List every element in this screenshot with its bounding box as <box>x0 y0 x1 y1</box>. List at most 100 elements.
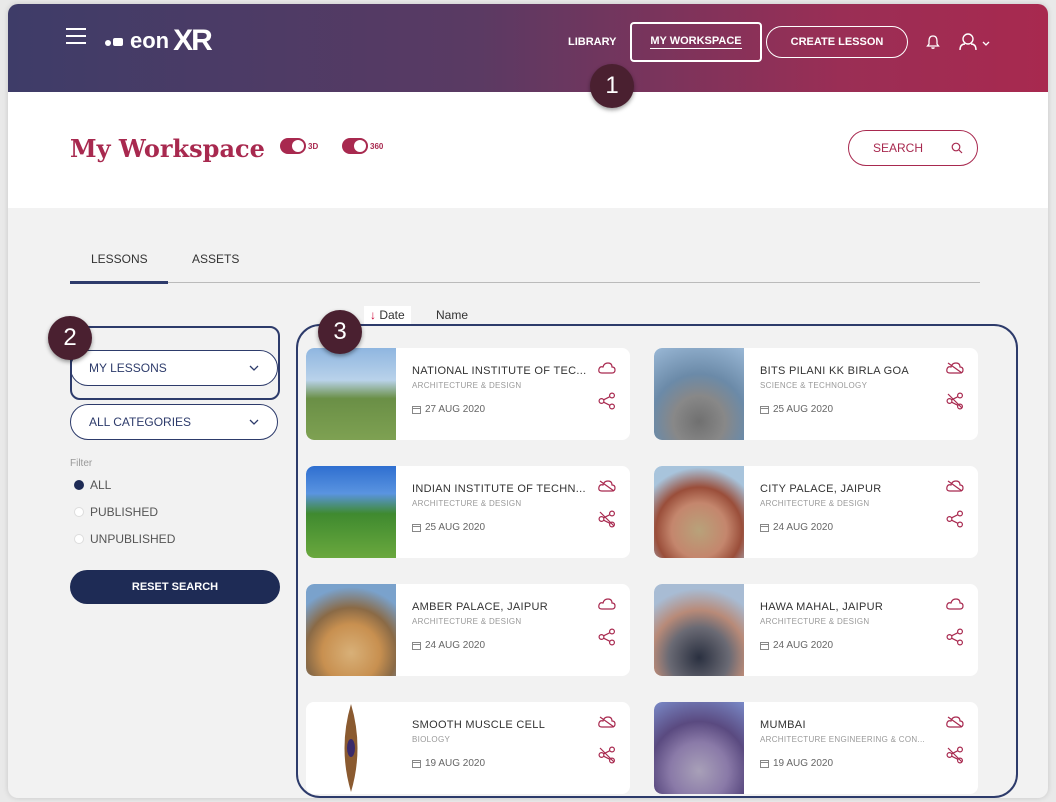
lesson-date: 24 AUG 2020 <box>412 640 485 651</box>
search-placeholder: SEARCH <box>873 141 924 155</box>
lesson-card[interactable]: BITS PILANI KK BIRLA GOA SCIENCE & TECHN… <box>654 348 978 440</box>
lesson-card[interactable]: NATIONAL INSTITUTE OF TEC... ARCHITECTUR… <box>306 348 630 440</box>
lesson-date-text: 25 AUG 2020 <box>773 404 834 415</box>
lesson-card[interactable]: INDIAN INSTITUTE OF TECHN... ARCHITECTUR… <box>306 466 630 558</box>
cloud-unpublished-icon[interactable] <box>598 480 616 492</box>
filter-radio-all-label: ALL <box>90 478 112 492</box>
lesson-date: 19 AUG 2020 <box>412 758 485 769</box>
lesson-title[interactable]: MUMBAI <box>760 719 806 731</box>
lesson-title[interactable]: HAWA MAHAL, JAIPUR <box>760 601 883 613</box>
cloud-published-icon[interactable] <box>598 598 616 610</box>
lesson-title[interactable]: INDIAN INSTITUTE OF TECHN... <box>412 483 586 495</box>
search-input[interactable]: SEARCH <box>848 130 978 166</box>
calendar-icon <box>760 523 769 532</box>
reset-search-button[interactable]: RESET SEARCH <box>70 570 280 604</box>
lesson-thumbnail[interactable] <box>654 584 744 676</box>
hamburger-menu-icon[interactable] <box>66 28 86 44</box>
radio-button[interactable] <box>74 507 84 517</box>
lesson-date: 25 AUG 2020 <box>760 404 833 415</box>
lesson-card[interactable]: AMBER PALACE, JAIPUR ARCHITECTURE & DESI… <box>306 584 630 676</box>
lesson-date-text: 27 AUG 2020 <box>425 404 486 415</box>
calendar-icon <box>760 759 769 768</box>
filter-radio-unpublished[interactable]: UNPUBLISHED <box>74 532 175 546</box>
lesson-thumbnail[interactable] <box>306 348 396 440</box>
lesson-category: BIOLOGY <box>412 735 451 744</box>
all-categories-dropdown-label: ALL CATEGORIES <box>89 415 192 429</box>
lesson-title[interactable]: NATIONAL INSTITUTE OF TEC... <box>412 365 586 377</box>
bell-icon[interactable] <box>926 34 940 50</box>
lesson-thumbnail[interactable] <box>654 466 744 558</box>
radio-button-selected[interactable] <box>74 480 84 490</box>
user-profile-icon[interactable] <box>958 32 994 52</box>
share-icon[interactable] <box>946 628 964 646</box>
share-disabled-icon[interactable] <box>946 392 964 410</box>
lesson-title[interactable]: SMOOTH MUSCLE CELL <box>412 719 545 731</box>
toggle-3d[interactable]: 3D <box>280 138 318 154</box>
lesson-title[interactable]: AMBER PALACE, JAIPUR <box>412 601 548 613</box>
filter-radio-all[interactable]: ALL <box>74 478 111 492</box>
lesson-thumbnail[interactable] <box>306 584 396 676</box>
share-disabled-icon[interactable] <box>598 510 616 528</box>
toggle-360[interactable]: 360 <box>342 138 383 154</box>
create-lesson-button[interactable]: CREATE LESSON <box>766 26 908 58</box>
eonxr-logo[interactable]: eon XR <box>104 24 213 58</box>
cloud-unpublished-icon[interactable] <box>946 362 964 374</box>
nav-library-link[interactable]: LIBRARY <box>568 36 616 48</box>
lesson-thumbnail[interactable] <box>654 348 744 440</box>
logo-xr: XR <box>173 24 213 57</box>
cloud-unpublished-icon[interactable] <box>946 480 964 492</box>
logo-mark-icon <box>104 34 126 48</box>
calendar-icon <box>412 641 421 650</box>
lesson-card[interactable]: CITY PALACE, JAIPUR ARCHITECTURE & DESIG… <box>654 466 978 558</box>
lesson-title[interactable]: BITS PILANI KK BIRLA GOA <box>760 365 909 377</box>
all-categories-dropdown[interactable]: ALL CATEGORIES <box>70 404 278 440</box>
lesson-date-text: 25 AUG 2020 <box>425 522 486 533</box>
sort-by-name[interactable]: Name <box>436 308 468 322</box>
cloud-unpublished-icon[interactable] <box>946 716 964 728</box>
lesson-card[interactable]: HAWA MAHAL, JAIPUR ARCHITECTURE & DESIGN… <box>654 584 978 676</box>
cloud-published-icon[interactable] <box>598 362 616 374</box>
tab-divider <box>70 282 980 283</box>
lesson-thumbnail[interactable] <box>306 466 396 558</box>
search-icon[interactable] <box>951 142 963 154</box>
lesson-category: ARCHITECTURE & DESIGN <box>760 499 870 508</box>
lesson-date: 24 AUG 2020 <box>760 522 833 533</box>
lesson-date-text: 19 AUG 2020 <box>773 758 834 769</box>
lesson-card[interactable]: MUMBAI ARCHITECTURE ENGINEERING & CON...… <box>654 702 978 794</box>
sort-by-date[interactable]: ↓ Date <box>364 306 411 324</box>
toggle-360-label: 360 <box>370 141 384 151</box>
lesson-card[interactable]: SMOOTH MUSCLE CELL BIOLOGY 19 AUG 2020 <box>306 702 630 794</box>
toggle-3d-switch[interactable] <box>280 138 306 154</box>
cloud-published-icon[interactable] <box>946 598 964 610</box>
page-title: My Workspace <box>70 134 265 163</box>
calendar-icon <box>412 759 421 768</box>
filter-radio-unpublished-label: UNPUBLISHED <box>90 532 176 546</box>
lesson-category: ARCHITECTURE & DESIGN <box>412 381 522 390</box>
share-icon[interactable] <box>598 392 616 410</box>
lesson-category: SCIENCE & TECHNOLOGY <box>760 381 868 390</box>
lesson-title[interactable]: CITY PALACE, JAIPUR <box>760 483 881 495</box>
share-icon[interactable] <box>598 628 616 646</box>
lesson-thumbnail[interactable] <box>654 702 744 794</box>
share-disabled-icon[interactable] <box>946 746 964 764</box>
annotation-badge-1: 1 <box>590 64 634 108</box>
tab-lessons[interactable]: LESSONS <box>91 252 148 266</box>
radio-button[interactable] <box>74 534 84 544</box>
top-navigation-bar: eon XR LIBRARY MY WORKSPACE CREATE LESSO… <box>8 4 1048 92</box>
lesson-thumbnail[interactable] <box>306 702 396 794</box>
nav-my-workspace-link[interactable]: MY WORKSPACE <box>630 22 762 62</box>
lesson-category: ARCHITECTURE ENGINEERING & CON... <box>760 735 926 744</box>
app-window: eon XR LIBRARY MY WORKSPACE CREATE LESSO… <box>8 4 1048 798</box>
toggle-360-switch[interactable] <box>342 138 368 154</box>
cloud-unpublished-icon[interactable] <box>598 716 616 728</box>
tab-assets[interactable]: ASSETS <box>192 252 239 266</box>
lesson-date: 24 AUG 2020 <box>760 640 833 651</box>
lesson-category: ARCHITECTURE & DESIGN <box>412 617 522 626</box>
tab-active-indicator <box>70 281 168 284</box>
lesson-date-text: 24 AUG 2020 <box>425 640 486 651</box>
toggle-3d-label: 3D <box>308 141 319 151</box>
share-icon[interactable] <box>946 510 964 528</box>
share-disabled-icon[interactable] <box>598 746 616 764</box>
lesson-date-text: 24 AUG 2020 <box>773 640 834 651</box>
filter-radio-published[interactable]: PUBLISHED <box>74 505 158 519</box>
